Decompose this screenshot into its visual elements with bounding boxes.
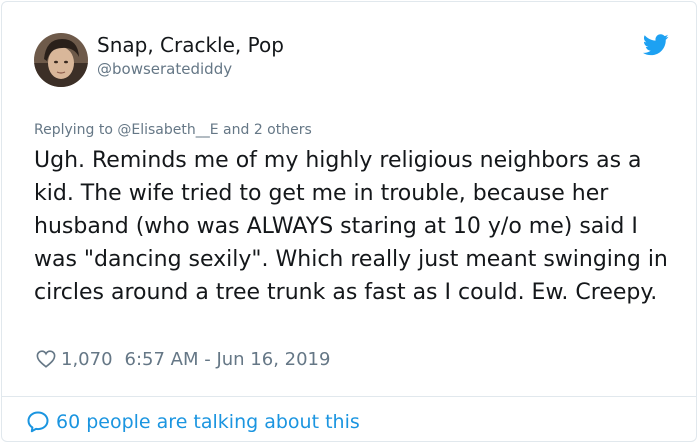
user-avatar-image bbox=[34, 33, 88, 87]
divider bbox=[2, 396, 696, 397]
timestamp[interactable]: 6:57 AM - Jun 16, 2019 bbox=[125, 349, 331, 370]
conversation-link[interactable]: 60 people are talking about this bbox=[26, 409, 360, 435]
tweet-text: Ugh. Reminds me of my highly religious n… bbox=[34, 148, 668, 305]
twitter-bird-icon[interactable] bbox=[642, 34, 669, 56]
speech-bubble-icon bbox=[26, 410, 50, 434]
like-count[interactable]: 1,070 bbox=[61, 349, 113, 370]
tweet-card: Snap, Crackle, Pop @bowseratediddy Reply… bbox=[1, 1, 697, 442]
user-handle[interactable]: @bowseratediddy bbox=[97, 60, 232, 78]
reply-context[interactable]: Replying to @Elisabeth__E and 2 others bbox=[34, 122, 312, 138]
conversation-label[interactable]: 60 people are talking about this bbox=[56, 411, 360, 433]
avatar[interactable] bbox=[34, 33, 88, 87]
display-name[interactable]: Snap, Crackle, Pop bbox=[97, 33, 284, 57]
heart-icon[interactable] bbox=[36, 350, 56, 368]
tweet-meta: 1,070 6:57 AM - Jun 16, 2019 bbox=[36, 347, 330, 371]
